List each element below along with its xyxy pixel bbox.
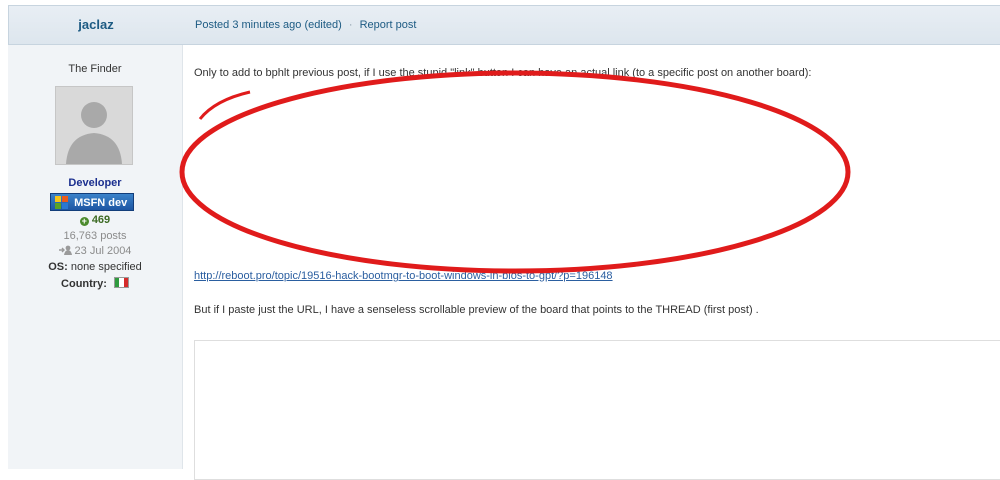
plus-circle-icon: + (79, 216, 89, 226)
member-title: The Finder (68, 63, 122, 75)
member-group: Developer (68, 177, 122, 189)
os-field: OS: none specified (8, 261, 182, 273)
post-content: Only to add to bphlt previous post, if I… (194, 45, 1000, 480)
meta-separator: · (348, 19, 353, 31)
joined-text: 23 Jul 2004 (74, 245, 132, 257)
country-label: Country: (61, 278, 107, 290)
embedded-preview[interactable] (194, 340, 1000, 480)
author-name-link[interactable]: jaclaz (9, 6, 183, 44)
report-post-link[interactable]: Report post (360, 19, 417, 31)
post-time-link[interactable]: 3 minutes ago (232, 19, 301, 31)
user-arrow-icon (58, 245, 72, 255)
puzzle-icon (53, 194, 71, 210)
joined-date: 23 Jul 2004 (8, 245, 182, 257)
post-count: 16,763 posts (63, 230, 127, 242)
reputation: +469 (8, 214, 182, 226)
country-field: Country: (8, 277, 182, 290)
post-paragraph-2: But if I paste just the URL, I have a se… (194, 304, 759, 316)
badge-text: MSFN dev (74, 197, 128, 209)
reputation-value: 469 (91, 214, 111, 226)
post-paragraph-1: Only to add to bphlt previous post, if I… (194, 67, 812, 79)
post-meta: Posted 3 minutes ago (edited) · Report p… (195, 6, 416, 44)
msfn-dev-badge: MSFN dev (50, 193, 134, 211)
author-sidebar: The Finder Developer MSFN dev +469 16,76… (8, 45, 183, 469)
post-header: jaclaz Posted 3 minutes ago (edited) · R… (8, 5, 1000, 45)
edited-label[interactable]: (edited) (304, 19, 341, 31)
os-value: none specified (70, 261, 142, 273)
default-avatar-icon[interactable] (55, 86, 133, 165)
os-label: OS: (48, 261, 68, 273)
posted-label: Posted (195, 19, 230, 31)
italy-flag-icon (113, 277, 129, 288)
reboot-pro-link[interactable]: http://reboot.pro/topic/19516-hack-bootm… (194, 270, 613, 282)
